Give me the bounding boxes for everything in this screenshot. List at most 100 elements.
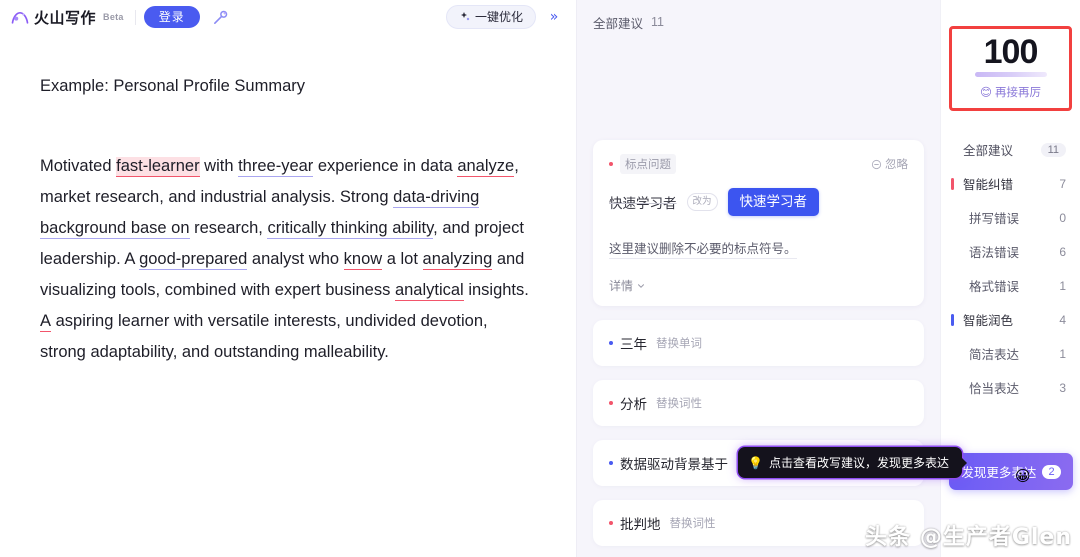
- text-suggestion-red-17[interactable]: analytical: [394, 280, 464, 301]
- suggestions-header-count: 11: [651, 15, 664, 29]
- category-count: 0: [1059, 210, 1066, 225]
- suggestion-replacement-row: 快速学习者 改为 快速学习者: [609, 188, 908, 217]
- suggestions-list[interactable]: 标点问题 忽略 快速学习者 改为 快速学习者 这里建议删除不必要的标点符号。 详…: [577, 140, 940, 557]
- suggestion-original-text: 快速学习者: [609, 196, 677, 212]
- category-item-简洁表达[interactable]: 简洁表达 1: [941, 337, 1080, 371]
- login-button[interactable]: 登录: [143, 6, 200, 28]
- suggestion-row-dot: [609, 461, 613, 466]
- suggestion-row-word: 分析: [620, 397, 647, 413]
- category-count: 6: [1059, 244, 1066, 259]
- score-value: 100: [983, 33, 1039, 71]
- suggestions-header: 全部建议 11: [577, 0, 940, 34]
- score-note-label: 再接再厉: [995, 86, 1041, 99]
- ignore-button[interactable]: 忽略: [871, 156, 908, 172]
- category-label: 智能纠错: [963, 178, 1014, 193]
- sparkle-icon: [460, 12, 470, 21]
- category-count: 1: [1059, 278, 1066, 293]
- magic-wand-icon[interactable]: [208, 4, 234, 30]
- discover-more-count: 2: [1042, 464, 1061, 479]
- category-label: 格式错误: [969, 280, 1020, 295]
- discover-more-label: 发现更多表达: [961, 466, 1037, 480]
- brand-name: 火山写作: [34, 9, 97, 27]
- category-item-智能纠错[interactable]: 智能纠错 7: [941, 167, 1080, 201]
- category-count: 7: [1059, 176, 1066, 191]
- suggestion-row-kind: 替换词性: [656, 398, 702, 411]
- suggestion-card-header: 标点问题 忽略: [609, 154, 908, 174]
- document-title: Example: Personal Profile Summary: [40, 77, 306, 95]
- discover-more-expressions-button[interactable]: 发现更多表达 2: [949, 453, 1073, 490]
- rewrite-hint-tooltip: 💡 点击查看改写建议，发现更多表达: [738, 447, 967, 478]
- suggestion-type-tag: 标点问题: [620, 154, 676, 174]
- suggestion-row-word: 数据驱动背景基于: [620, 457, 728, 473]
- toolbar-right-group: 一键优化 »: [445, 5, 568, 29]
- rewrite-hint-text: 点击查看改写建议，发现更多表达: [768, 456, 949, 470]
- suggestion-details-toggle[interactable]: 详情: [609, 277, 908, 294]
- ignore-label: 忽略: [885, 159, 908, 171]
- category-item-拼写错误[interactable]: 拼写错误 0: [941, 201, 1080, 235]
- suggestion-row[interactable]: 分析 替换词性: [593, 380, 924, 427]
- category-count: 11: [1040, 142, 1066, 157]
- category-label: 拼写错误: [969, 212, 1020, 227]
- text-suggestion-red-13[interactable]: know: [343, 249, 383, 270]
- suggestion-card-active[interactable]: 标点问题 忽略 快速学习者 改为 快速学习者 这里建议删除不必要的标点符号。 详…: [593, 140, 924, 307]
- category-label: 恰当表达: [969, 382, 1020, 397]
- beta-badge: Beta: [103, 12, 124, 22]
- suggestions-header-label: 全部建议: [593, 16, 644, 31]
- text-suggestion-purple-9[interactable]: critically thinking ability: [267, 218, 434, 239]
- category-item-全部建议[interactable]: 全部建议 11: [941, 133, 1080, 167]
- suggestion-row-dot: [609, 521, 613, 526]
- category-item-语法错误[interactable]: 语法错误 6: [941, 235, 1080, 269]
- one-click-optimize-button[interactable]: 一键优化: [445, 5, 536, 29]
- category-list: 全部建议 11 智能纠错 7 拼写错误 0 语法错误 6 格式错误 1 智能润色 4 简洁表达 1 恰当表达…: [941, 133, 1080, 405]
- collapse-panel-button[interactable]: »: [542, 5, 566, 29]
- text-suggestion-red-15[interactable]: analyzing: [422, 249, 493, 270]
- category-label: 智能润色: [963, 314, 1014, 329]
- category-count: 1: [1059, 346, 1066, 361]
- editor-column: 火山写作 Beta 登录 一键优化 » Example: Personal Pr…: [0, 0, 576, 557]
- lightbulb-icon: 💡: [748, 455, 763, 470]
- text-suggestion-red-highlight-1[interactable]: fast-learner: [116, 156, 200, 177]
- suggestion-row-word: 三年: [620, 337, 647, 353]
- top-toolbar: 火山写作 Beta 登录 一键优化 »: [0, 0, 576, 34]
- text-suggestion-purple-3[interactable]: three-year: [238, 156, 314, 177]
- suggestion-description: 这里建议删除不必要的标点符号。: [609, 238, 797, 260]
- text-suggestion-red-5[interactable]: analyze: [457, 156, 515, 177]
- circle-minus-icon: [871, 159, 882, 169]
- suggestion-rows-host: 三年替换单词分析替换词性数据驱动背景基于替换词性批判地替换词性: [593, 320, 924, 547]
- category-label: 语法错误: [969, 246, 1020, 261]
- app-root: 火山写作 Beta 登录 一键优化 » Example: Personal Pr…: [0, 0, 1080, 557]
- suggestion-row[interactable]: 三年 替换单词: [593, 320, 924, 367]
- brand[interactable]: 火山写作 Beta: [10, 7, 127, 28]
- document-paragraph[interactable]: Motivated fast-learner with three-year e…: [40, 151, 536, 368]
- document-editor[interactable]: Example: Personal Profile Summary Motiva…: [0, 34, 576, 368]
- category-count: 4: [1059, 312, 1066, 327]
- chevron-down-icon: [638, 283, 645, 288]
- category-count: 3: [1059, 380, 1066, 395]
- score-card[interactable]: 100 😊 再接再厉: [949, 26, 1072, 111]
- text-suggestion-purple-11[interactable]: good-prepared: [139, 249, 248, 270]
- apply-suggestion-button[interactable]: 快速学习者: [727, 188, 820, 217]
- score-note: 😊 再接再厉: [956, 84, 1065, 100]
- one-click-optimize-label: 一键优化: [474, 10, 523, 24]
- text-suggestion-red-19[interactable]: A: [40, 311, 52, 332]
- category-item-格式错误[interactable]: 格式错误 1: [941, 269, 1080, 303]
- category-label: 全部建议: [963, 144, 1014, 159]
- watermark: 头条 @生产者Glen: [865, 525, 1072, 550]
- replace-arrow-label: 改为: [692, 196, 712, 208]
- suggestion-row-dot: [609, 401, 613, 406]
- category-item-恰当表达[interactable]: 恰当表达 3: [941, 371, 1080, 405]
- suggestion-row-dot: [609, 341, 613, 346]
- toolbar-divider: [134, 9, 136, 25]
- volcano-logo-icon: [11, 11, 29, 24]
- suggestion-row-kind: 替换单词: [656, 338, 702, 351]
- suggestion-details-label: 详情: [609, 279, 634, 294]
- category-active-bar: [951, 313, 954, 326]
- suggestion-row-word: 批判地: [620, 517, 661, 533]
- smile-emoji: 😊: [980, 86, 992, 99]
- category-item-智能润色[interactable]: 智能润色 4: [941, 303, 1080, 337]
- replace-arrow-pill: 改为: [686, 193, 718, 211]
- suggestions-column: 全部建议 11 标点问题 忽略 快速学习者 改为 快速学习者 这里建议删除不必要…: [576, 0, 967, 557]
- suggestion-type-dot: [609, 162, 613, 166]
- category-active-bar: [951, 177, 954, 190]
- suggestion-row-kind: 替换词性: [669, 518, 716, 531]
